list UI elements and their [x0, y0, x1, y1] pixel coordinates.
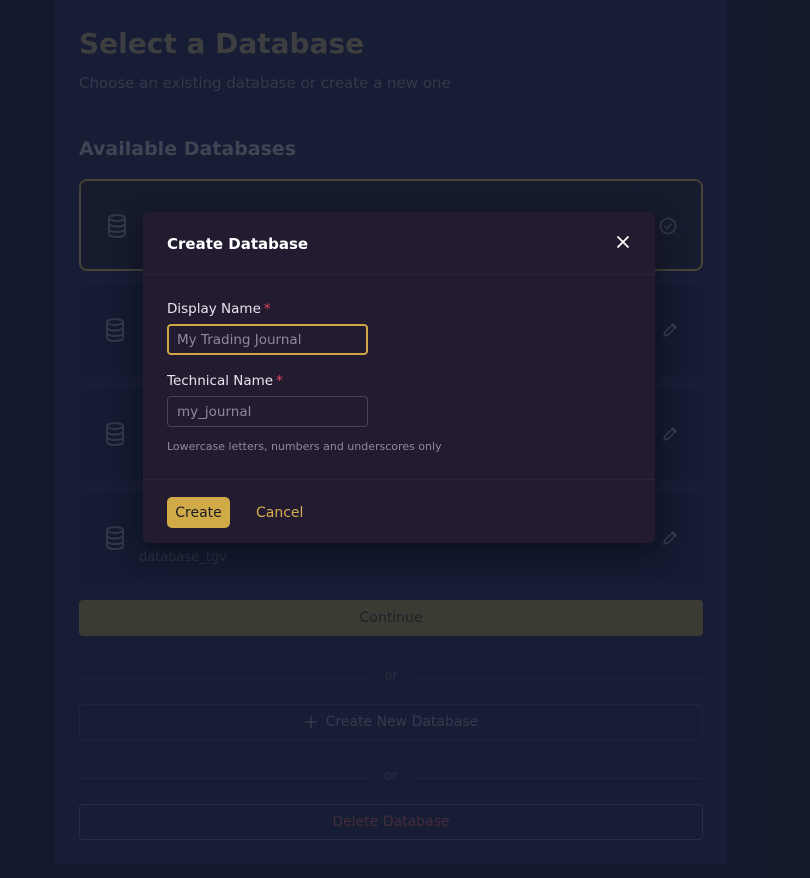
close-icon[interactable] — [615, 234, 631, 250]
technical-name-label: Technical Name * — [167, 373, 283, 389]
display-name-label: Display Name * — [167, 301, 271, 317]
dialog-title: Create Database — [167, 235, 309, 253]
display-name-input[interactable] — [167, 324, 368, 355]
create-database-dialog: Create Database Display Name* Technical … — [143, 212, 655, 543]
required-marker: * — [276, 373, 283, 389]
required-marker: * — [263, 301, 271, 317]
create-button[interactable]: Create — [167, 497, 230, 528]
cancel-button[interactable]: Cancel — [256, 497, 303, 528]
display-name-label-text: Display Name — [167, 301, 261, 317]
technical-name-input[interactable] — [167, 396, 368, 427]
technical-name-label-text: Technical Name — [167, 373, 274, 389]
dialog-footer-divider — [143, 479, 655, 480]
dialog-header: Create Database — [143, 212, 655, 275]
technical-name-help-text: Lowercase letters, numbers and underscor… — [167, 440, 442, 453]
